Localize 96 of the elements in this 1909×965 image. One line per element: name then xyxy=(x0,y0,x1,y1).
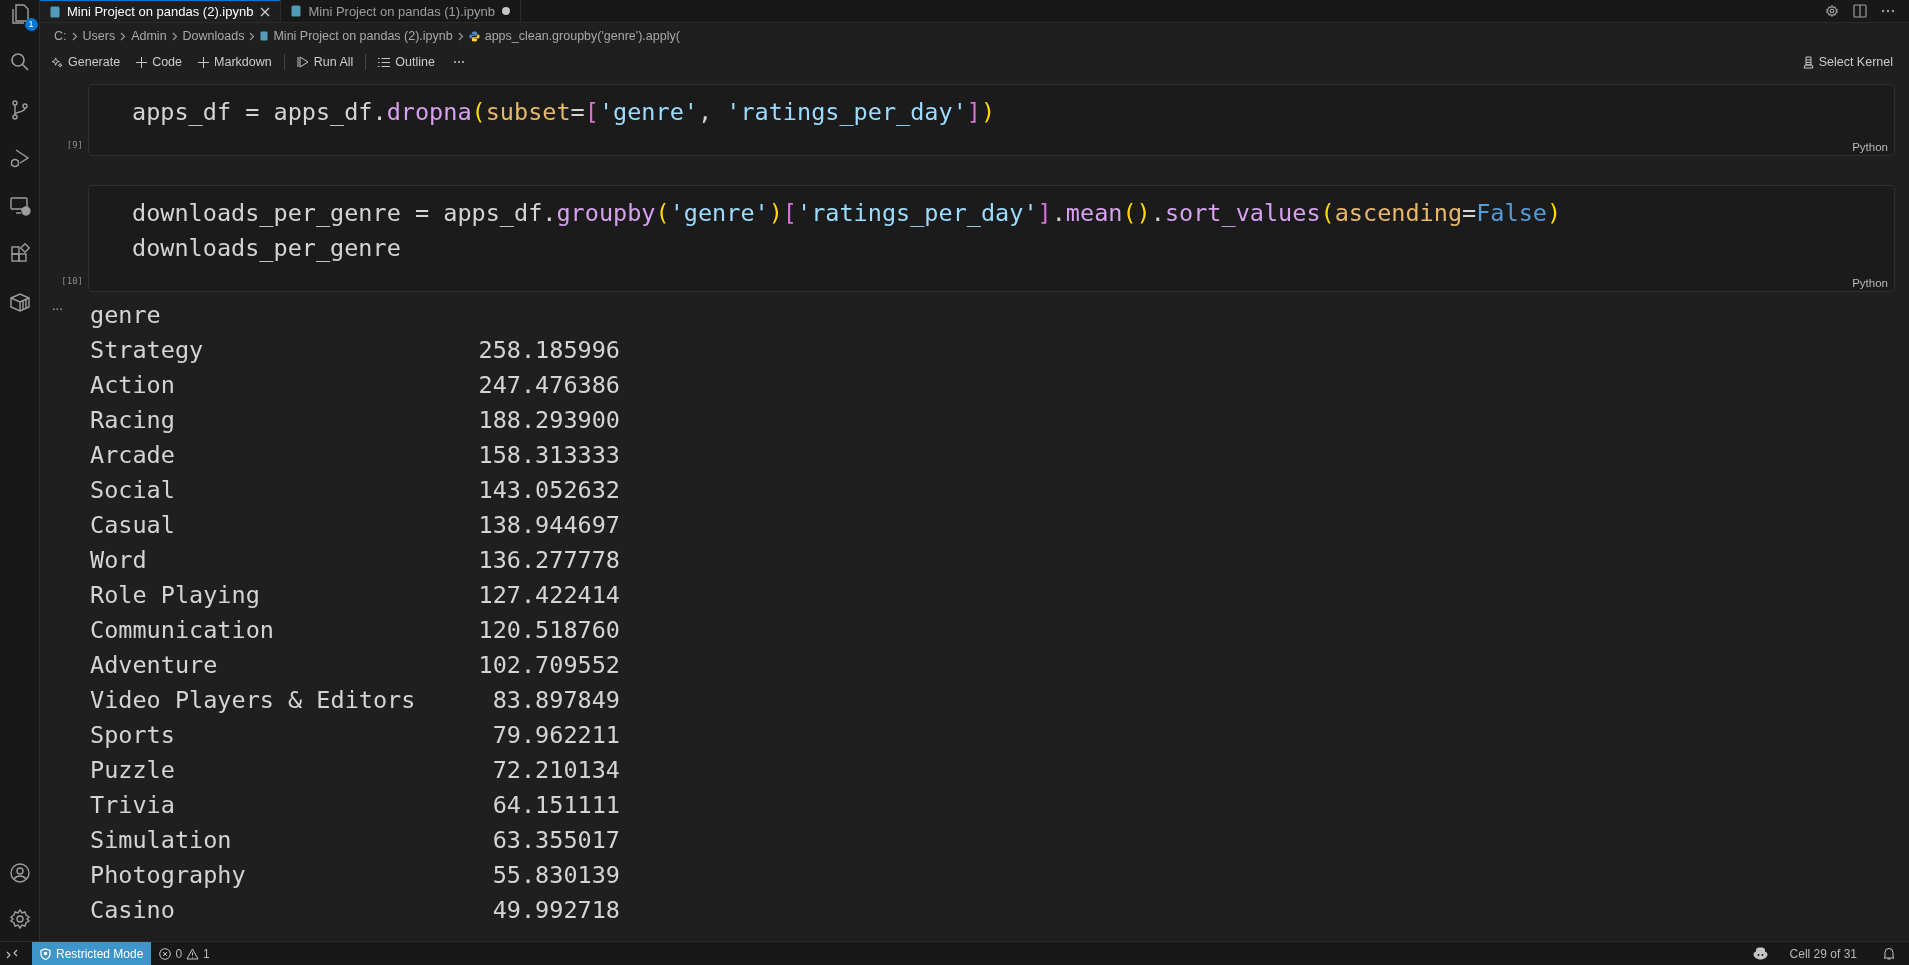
account-icon[interactable] xyxy=(7,861,32,885)
execution-count: [9] xyxy=(66,140,83,150)
series-value: 258.185996 xyxy=(477,335,620,366)
remote-icon[interactable] xyxy=(6,947,18,960)
close-icon[interactable] xyxy=(260,6,271,17)
execution-count: [10] xyxy=(61,276,83,286)
warning-icon[interactable] xyxy=(186,947,200,960)
output-menu[interactable]: ... xyxy=(52,298,63,313)
remote-monitor-icon[interactable] xyxy=(7,194,32,218)
series-value: 158.313333 xyxy=(477,440,620,471)
notebook-file-icon xyxy=(260,31,269,41)
series-value: 83.897849 xyxy=(491,685,620,716)
list-icon xyxy=(378,56,391,68)
index-label: Sports xyxy=(90,720,176,751)
index-label: Casino xyxy=(90,895,176,926)
toolbar-button[interactable]: Markdown xyxy=(194,53,276,71)
settings-icon[interactable] xyxy=(1825,4,1839,18)
index-label: Puzzle xyxy=(90,755,176,786)
series-value: 64.151111 xyxy=(491,790,620,821)
index-label: Role Playing xyxy=(90,580,261,611)
tab-label: Mini Project on pandas (2).ipynb xyxy=(67,4,254,19)
index-label: Word xyxy=(90,545,148,576)
index-label: Strategy xyxy=(90,335,205,366)
series-value: 127.422414 xyxy=(477,580,620,611)
series-value: 79.962211 xyxy=(491,720,620,751)
toolbar-button[interactable]: Generate xyxy=(48,53,125,71)
notification-badge: 1 xyxy=(24,18,38,31)
copilot-icon[interactable] xyxy=(1752,947,1768,960)
code-line: apps_df = apps_df.dropna(subset=['genre', 'ratings_per_day']) xyxy=(132,97,997,128)
editor-tab[interactable]: Mini Project on pandas (2).ipynb xyxy=(40,0,282,22)
chevron-right-icon xyxy=(457,31,464,41)
index-label: Action xyxy=(90,370,176,401)
plus-icon xyxy=(136,56,148,68)
series-value: 55.830139 xyxy=(491,860,620,891)
split-editor-icon[interactable] xyxy=(1853,4,1867,18)
series-value: 102.709552 xyxy=(477,650,620,681)
tab-label: Mini Project on pandas (1).ipynb xyxy=(308,3,495,19)
index-label: Adventure xyxy=(90,650,219,681)
more-icon[interactable] xyxy=(1881,9,1895,13)
language-label[interactable]: Python xyxy=(1852,277,1888,289)
index-label: Video Players & Editors xyxy=(90,685,417,716)
code-cell[interactable]: apps_df = apps_df.dropna(subset=['genre', 'ratings_per_day']) Python xyxy=(88,84,1895,156)
breadcrumb-item[interactable]: apps_clean.groupby('genre').apply( xyxy=(484,29,680,43)
index-label: Photography xyxy=(90,860,247,891)
series-value: 49.992718 xyxy=(491,895,620,926)
index-label: Social xyxy=(90,475,176,506)
index-label: Communication xyxy=(90,615,275,646)
series-value: 63.355017 xyxy=(491,825,620,856)
run-all-icon xyxy=(296,56,309,68)
index-label: Simulation xyxy=(90,825,233,856)
series-value: 72.210134 xyxy=(491,755,620,786)
series-value: 247.476386 xyxy=(477,370,620,401)
series-value: 143.052632 xyxy=(477,475,620,506)
sparkle-icon xyxy=(52,56,63,68)
notebook-file-icon xyxy=(291,5,302,17)
series-value: 188.293900 xyxy=(477,405,620,436)
kernel-icon xyxy=(1802,55,1814,69)
language-label[interactable]: Python xyxy=(1852,141,1888,153)
cell-position[interactable]: Cell 29 of 31 xyxy=(1789,946,1857,961)
series-value: 136.277778 xyxy=(477,545,620,576)
code-line: downloads_per_genre = apps_df.groupby('genre')['ratings_per_day'].mean().sort_values(ascending=False) xyxy=(132,198,1563,229)
more-icon[interactable] xyxy=(452,60,465,64)
code-line: downloads_per_genre xyxy=(132,233,402,264)
notebook-file-icon xyxy=(50,5,60,18)
settings-icon[interactable] xyxy=(7,907,32,931)
breadcrumb-item[interactable]: Mini Project on pandas (2).ipynb xyxy=(273,29,453,43)
breadcrumb-item[interactable]: Users xyxy=(82,29,116,43)
toolbar-button[interactable]: Code xyxy=(132,53,186,71)
toolbar-button[interactable]: Outline xyxy=(374,53,439,71)
error-count: 0 xyxy=(175,946,183,961)
package-icon[interactable] xyxy=(7,290,32,314)
index-name: genre xyxy=(90,300,162,331)
chevron-right-icon xyxy=(249,31,256,41)
index-label: Casual xyxy=(90,510,176,541)
breadcrumb-item[interactable]: C: xyxy=(54,29,67,43)
unsaved-dot-icon xyxy=(501,7,510,15)
breadcrumb-item[interactable]: Downloads xyxy=(182,29,245,43)
error-icon[interactable] xyxy=(159,947,172,960)
plus-icon xyxy=(198,56,209,68)
bell-icon[interactable] xyxy=(1883,947,1895,960)
index-label: Trivia xyxy=(90,790,176,821)
toolbar-button[interactable]: Run All xyxy=(292,53,358,71)
chevron-right-icon xyxy=(120,31,127,41)
code-cell[interactable]: downloads_per_genre = apps_df.groupby('genre')['ratings_per_day'].mean().sort_values(ascending=False) downloads_per_genre Python xyxy=(88,185,1895,292)
python-icon xyxy=(468,30,480,42)
chevron-right-icon xyxy=(171,31,178,41)
index-label: Arcade xyxy=(90,440,176,471)
status-text: Restricted Mode xyxy=(56,946,144,961)
select-kernel-button[interactable]: Select Kernel xyxy=(1798,53,1897,71)
chevron-right-icon xyxy=(71,31,78,41)
warning-count: 1 xyxy=(203,946,210,961)
shield-icon xyxy=(40,947,51,960)
series-value: 138.944697 xyxy=(477,510,620,541)
index-label: Racing xyxy=(90,405,176,436)
series-value: 120.518760 xyxy=(477,615,620,646)
breadcrumb-item[interactable]: Admin xyxy=(131,29,167,43)
